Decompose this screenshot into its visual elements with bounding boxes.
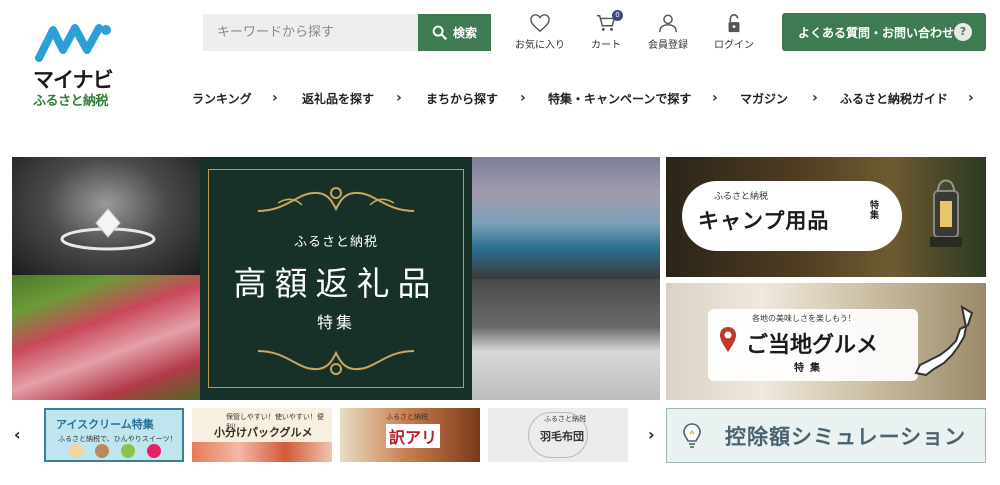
chevron-right-icon: › bbox=[272, 90, 278, 106]
thumb-down-futon[interactable]: ふるさと納税 羽毛布団 bbox=[488, 408, 628, 462]
thumb-small-pack-label: 小分けパックグルメ bbox=[214, 426, 313, 439]
chevron-right-icon: › bbox=[396, 90, 402, 106]
cart-count-badge: 0 bbox=[612, 10, 623, 21]
faq-contact-button[interactable]: よくある質問・お問い合わせ ? bbox=[782, 13, 986, 51]
hero-subtitle: 特集 bbox=[316, 313, 355, 332]
hero-title: 高額返礼品 bbox=[233, 264, 439, 303]
search-button[interactable]: 検索 bbox=[418, 14, 491, 51]
search-button-label: 検索 bbox=[452, 26, 477, 40]
chevron-right-icon: › bbox=[712, 90, 718, 106]
thumb-wakeari-label: 訳アリ bbox=[386, 424, 441, 448]
favorites-link[interactable]: お気に入り bbox=[510, 13, 570, 51]
main-nav: ランキング › 返礼品を探す › まちから探す › 特集・キャンペーンで探す ›… bbox=[192, 90, 982, 108]
ring-photo bbox=[12, 157, 200, 275]
hero-feature-panel: ふるさと納税 高額返礼品 特集 bbox=[200, 157, 472, 400]
simulation-label: 控除額シミュレーション bbox=[725, 424, 967, 449]
chevron-right-icon: › bbox=[812, 90, 818, 106]
ornament-top-icon bbox=[257, 187, 415, 212]
heart-icon bbox=[530, 14, 550, 33]
camp-banner-suffix: 特集 bbox=[870, 201, 880, 221]
site-logo[interactable]: マイナビ ふるさと納税 bbox=[33, 22, 118, 109]
map-pin-icon bbox=[720, 327, 736, 352]
gourmet-banner-title: ご当地グルメ bbox=[746, 333, 879, 358]
lock-icon bbox=[728, 13, 740, 33]
gourmet-banner-small: 各地の美味しさを楽しもう！ bbox=[752, 314, 856, 323]
bed-photo bbox=[472, 279, 660, 400]
cart-link[interactable]: 0 カート bbox=[576, 10, 636, 51]
gourmet-banner-sub: 特集 bbox=[794, 363, 826, 374]
question-icon: ? bbox=[954, 23, 972, 41]
hero-banner[interactable]: ふるさと納税 高額返礼品 特集 bbox=[12, 157, 660, 400]
camp-banner-small: ふるさと納税 bbox=[714, 192, 769, 202]
camp-banner[interactable]: ふるさと納税 キャンプ用品 特集 bbox=[666, 157, 986, 277]
user-icon bbox=[659, 14, 677, 33]
nav-item-campaigns[interactable]: 特集・キャンペーンで探す bbox=[548, 90, 691, 107]
ornament-bottom-icon bbox=[257, 350, 415, 375]
carousel-prev-arrow-icon[interactable]: ‹ bbox=[14, 425, 21, 444]
hero-line1: ふるさと納税 bbox=[293, 235, 378, 250]
lightbulb-icon bbox=[683, 423, 701, 448]
thumb-wakeari-small: ふるさと納税 bbox=[386, 413, 428, 421]
ice-cream-cups-icon bbox=[69, 444, 161, 458]
register-link[interactable]: 会員登録 bbox=[638, 13, 698, 51]
logo-mark-icon bbox=[35, 24, 111, 62]
thumbnail-carousel: ‹ アイスクリーム特集 ふるさと納税で、ひんやりスイーツ！ 保管しやすい！使いや… bbox=[12, 405, 660, 463]
chevron-right-icon: › bbox=[968, 90, 974, 106]
register-label: 会員登録 bbox=[648, 40, 688, 51]
nav-item-search-gifts[interactable]: 返礼品を探す bbox=[302, 90, 374, 107]
beef-photo bbox=[12, 275, 200, 400]
cart-label: カート bbox=[591, 40, 621, 51]
camp-banner-title: キャンプ用品 bbox=[698, 209, 830, 233]
login-label: ログイン bbox=[714, 40, 754, 51]
deduction-simulation-banner[interactable]: 控除額シミュレーション bbox=[666, 408, 986, 463]
search-icon bbox=[432, 25, 447, 40]
chevron-right-icon: › bbox=[520, 90, 526, 106]
thumb-ice-cream-label: アイスクリーム特集 bbox=[56, 418, 154, 431]
logo-sub-text: ふるさと納税 bbox=[33, 94, 109, 109]
nav-item-guide[interactable]: ふるさと納税ガイド bbox=[840, 90, 948, 107]
lantern-icon bbox=[930, 179, 962, 247]
search-bar: 検索 bbox=[203, 14, 491, 51]
resort-photo bbox=[472, 157, 660, 279]
nav-item-ranking[interactable]: ランキング bbox=[192, 90, 252, 107]
thumb-wakeari[interactable]: ふるさと納税 訳アリ bbox=[340, 408, 480, 462]
local-gourmet-banner[interactable]: 各地の美味しさを楽しもう！ ご当地グルメ 特集 bbox=[666, 283, 986, 400]
nav-item-magazine[interactable]: マガジン bbox=[740, 90, 788, 107]
thumb-ice-cream[interactable]: アイスクリーム特集 ふるさと納税で、ひんやりスイーツ！ bbox=[44, 408, 184, 462]
japan-map-icon bbox=[914, 304, 974, 377]
ring-icon bbox=[60, 208, 156, 251]
thumb-small-pack[interactable]: 保管しやすい！使いやすい！便利！ 小分けパックグルメ bbox=[192, 408, 332, 462]
search-input[interactable] bbox=[203, 14, 418, 51]
favorites-label: お気に入り bbox=[515, 40, 565, 51]
carousel-next-arrow-icon[interactable]: › bbox=[648, 425, 655, 444]
nav-item-search-towns[interactable]: まちから探す bbox=[426, 90, 498, 107]
faq-label: よくある質問・お問い合わせ bbox=[798, 25, 955, 40]
login-link[interactable]: ログイン bbox=[704, 13, 764, 51]
